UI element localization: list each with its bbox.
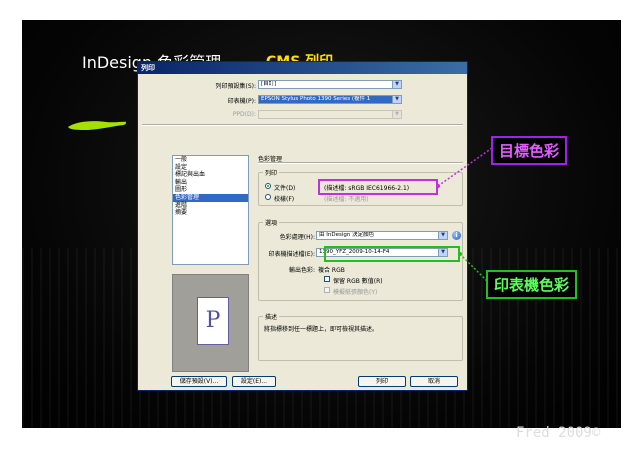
target-callout-dot (436, 184, 440, 188)
printer-callout-dot (458, 252, 462, 256)
callout-lines (436, 147, 493, 283)
footer-credit: Fred 2009© (516, 425, 601, 441)
target-callout-line (437, 147, 493, 187)
annotation-target-color: 目標色彩 (491, 136, 568, 165)
slide: InDesign 色彩管理 CMS 列印 列印 列印預設集(S): [自訂]▼ … (0, 0, 644, 456)
annotation-printer-color: 印表機色彩 (486, 270, 578, 299)
printer-callout-line (459, 253, 489, 283)
